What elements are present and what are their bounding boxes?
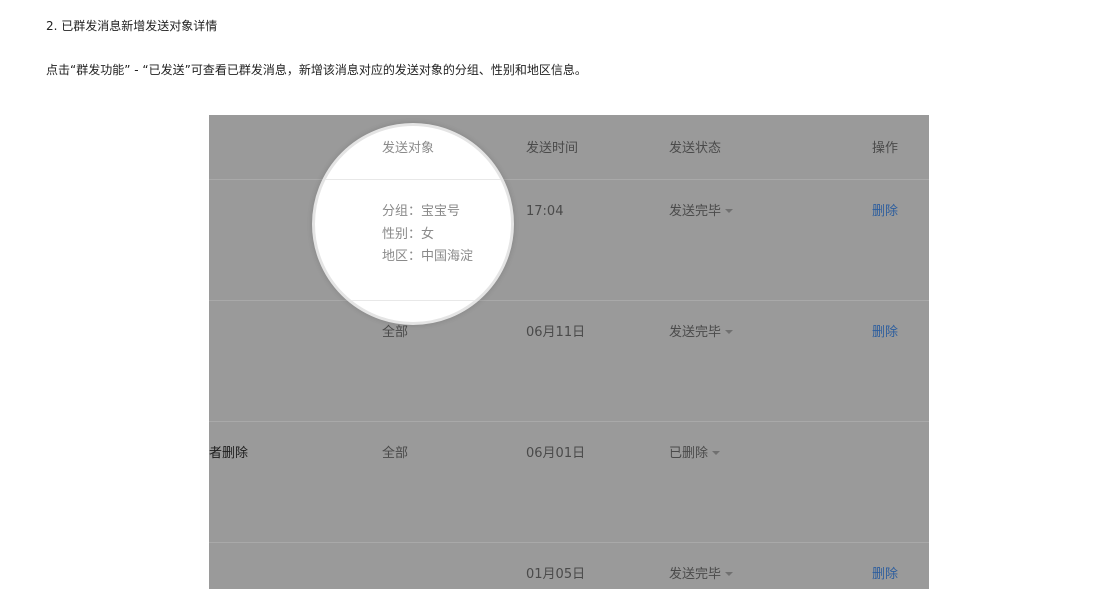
send-time: 06月01日 — [526, 446, 586, 461]
caret-down-icon — [712, 450, 721, 455]
message-title: 者删除 — [209, 446, 249, 461]
target-gender: 性别：女 — [382, 227, 435, 242]
status-label: 发送完毕 — [669, 204, 722, 219]
sent-messages-table-screenshot: 发送对象 发送时间 发送状态 操作 分组：宝宝号 性别：女 地区：中国海淀 17… — [209, 115, 929, 589]
status-dropdown[interactable]: 发送完毕 — [669, 204, 734, 220]
send-time: 06月11日 — [526, 325, 586, 340]
send-time: 17:04 — [526, 204, 564, 219]
send-time: 01月05日 — [526, 567, 586, 582]
lens-divider — [315, 179, 511, 180]
send-target: 全部 — [382, 446, 409, 461]
status-label: 发送完毕 — [669, 567, 722, 582]
table-divider — [209, 421, 929, 422]
status-label: 已删除 — [669, 446, 709, 461]
status-dropdown[interactable]: 已删除 — [669, 446, 721, 462]
caret-down-icon — [725, 571, 734, 576]
column-header-target: 发送对象 — [382, 141, 435, 156]
delete-link[interactable]: 删除 — [872, 325, 898, 341]
status-dropdown[interactable]: 发送完毕 — [669, 325, 734, 341]
target-group: 分组：宝宝号 — [382, 204, 461, 219]
delete-link[interactable]: 删除 — [872, 204, 898, 220]
status-dropdown[interactable]: 发送完毕 — [669, 567, 734, 583]
delete-link[interactable]: 删除 — [872, 567, 898, 583]
caret-down-icon — [725, 329, 734, 334]
column-header-time: 发送时间 — [526, 141, 579, 156]
column-header-status: 发送状态 — [669, 141, 722, 156]
lens-divider — [315, 300, 511, 301]
section-heading: 2. 已群发消息新增发送对象详情 — [46, 19, 218, 33]
column-header-operation: 操作 — [872, 141, 899, 156]
send-target: 全部 — [382, 325, 409, 340]
target-region: 地区：中国海淀 — [382, 249, 474, 264]
caret-down-icon — [725, 208, 734, 213]
section-description: 点击“群发功能” - “已发送”可查看已群发消息，新增该消息对应的发送对象的分组… — [46, 63, 587, 77]
table-divider — [209, 542, 929, 543]
status-label: 发送完毕 — [669, 325, 722, 340]
